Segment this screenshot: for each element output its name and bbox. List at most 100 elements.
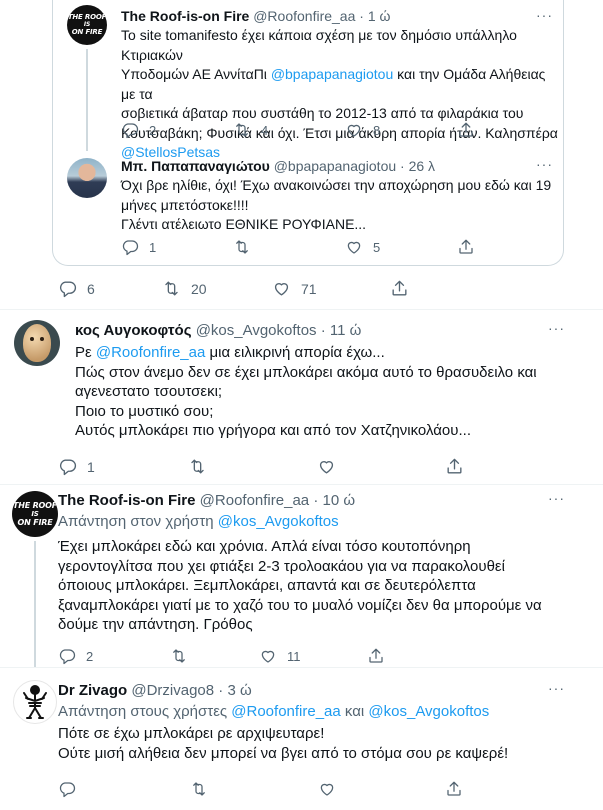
reply-context: Απάντηση στον χρήστη @kos_Avgokoftos <box>58 512 339 532</box>
mention-link[interactable]: @kos_Avgokoftos <box>368 703 489 720</box>
tweet-header: Μπ. Παπαπαναγιώτου @bpapapanagiotou · 26… <box>121 158 435 174</box>
avatar-text: ON FIRE <box>17 517 53 527</box>
roofonfire-avatar[interactable]: THE ROOF IS ON FIRE <box>12 491 58 537</box>
more-options-button[interactable]: ··· <box>548 490 565 506</box>
retweet-icon <box>190 780 208 798</box>
author-handle[interactable]: @bpapapanagiotou <box>274 158 396 174</box>
timestamp[interactable]: 11 ώ <box>330 322 361 339</box>
like-button[interactable] <box>318 780 346 798</box>
author-name[interactable]: Dr Zivago <box>58 682 127 699</box>
like-button[interactable] <box>317 457 346 476</box>
mention-link[interactable]: @bpapapanagiotou <box>271 66 393 82</box>
author-handle[interactable]: @Drzivago8 <box>131 682 214 699</box>
tweet-text: Όχι βρε ηλίθιε, όχι! Έχω ανακοινώσει την… <box>121 176 561 235</box>
dot-separator: · <box>320 322 326 339</box>
egg-eye <box>40 337 44 341</box>
tweet-actions: 1 <box>58 457 558 477</box>
author-handle[interactable]: @Roofonfire_aa <box>253 8 355 24</box>
retweet-count: 4 <box>261 122 269 138</box>
like-button[interactable]: 71 <box>272 279 317 298</box>
text-line: όποιους μπλοκάρει. Ξεμπλοκάρει, απαντά κ… <box>58 577 476 594</box>
reply-button[interactable]: 1 <box>58 457 95 476</box>
tweet-text: Έχει μπλοκάρει εδώ και χρόνια. Απλά είνα… <box>58 537 593 635</box>
bpapapanagiotou-avatar[interactable] <box>67 158 107 198</box>
more-options-button[interactable]: ··· <box>536 7 553 23</box>
reply-button[interactable]: 6 <box>58 279 95 298</box>
reply-button[interactable]: 2 <box>121 121 156 139</box>
like-button[interactable]: 8 <box>345 121 380 139</box>
tweet-header: The Roof-is-on Fire @Roofonfire_aa · 10 … <box>58 492 355 509</box>
more-options-button[interactable]: ··· <box>536 156 553 172</box>
retweet-button[interactable] <box>233 238 261 256</box>
more-options-button[interactable]: ··· <box>548 320 565 336</box>
share-button[interactable] <box>445 780 463 798</box>
reply-button[interactable] <box>58 780 86 798</box>
share-button[interactable] <box>457 238 475 256</box>
avatar-text: THE ROOF <box>67 13 107 21</box>
kos-avgokoftos-avatar[interactable] <box>14 320 60 366</box>
like-button[interactable]: 11 <box>259 647 301 665</box>
text-line: Πώς στον άνεμο δεν σε έχει μπλοκάρει ακό… <box>75 363 537 381</box>
author-name[interactable]: The Roof-is-on Fire <box>58 492 196 509</box>
timestamp[interactable]: 10 ώ <box>322 492 355 509</box>
retweet-icon <box>170 647 188 665</box>
tweet-actions <box>58 780 558 800</box>
drzivago-avatar[interactable] <box>13 680 57 724</box>
roofonfire-avatar[interactable]: THE ROOF IS ON FIRE <box>67 5 107 45</box>
timestamp[interactable]: 1 ώ <box>368 8 391 24</box>
text-line: αγενεστατο τσουτσεκι; <box>75 383 223 400</box>
mention-link[interactable]: @Roofonfire_aa <box>96 344 205 361</box>
like-count: 5 <box>373 239 381 255</box>
share-button[interactable] <box>367 647 385 665</box>
author-handle[interactable]: @Roofonfire_aa <box>200 492 309 509</box>
author-name[interactable]: κος Αυγοκοφτός <box>75 322 192 339</box>
thread-connector <box>86 49 88 151</box>
reply-icon <box>58 647 76 665</box>
avatar-text: ON FIRE <box>71 28 103 36</box>
tweet-text: Πότε σε έχω μπλοκάρει ρε αρχιψευταρε! Ού… <box>58 724 593 763</box>
text-line: Υποδομών ΑΕ ΑννίταΠι @bpapapanagiotou κα… <box>121 65 561 104</box>
reply-icon <box>58 780 76 798</box>
text-line: δούμε την απάντηση. Γρόθος <box>58 616 253 633</box>
mention-link[interactable]: @kos_Avgokoftos <box>218 513 339 530</box>
reply-context: Απάντηση στους χρήστες @Roofonfire_aa κα… <box>58 702 489 722</box>
retweet-button[interactable]: 4 <box>233 121 268 139</box>
share-icon <box>457 121 475 139</box>
author-handle[interactable]: @kos_Avgokoftos <box>196 322 317 339</box>
text-line: γεροντογλίτσα που χει φτιάξει 2-3 τρολοα… <box>58 557 505 575</box>
timestamp[interactable]: 3 ώ <box>227 682 251 699</box>
divider <box>0 309 603 310</box>
main-tweet-actions: 6 20 71 <box>58 279 558 299</box>
share-button[interactable] <box>390 279 409 298</box>
text-line: Το site tomanifesto έχει κάποια σχέση με… <box>121 27 517 63</box>
share-icon <box>457 238 475 256</box>
divider <box>0 484 603 485</box>
text-line: Έχει μπλοκάρει εδώ και χρόνια. Απλά είνα… <box>58 538 471 555</box>
share-button[interactable] <box>445 457 464 476</box>
like-button[interactable]: 5 <box>345 238 380 256</box>
heart-icon <box>318 780 336 798</box>
share-icon <box>390 279 409 298</box>
egg-face-image <box>23 324 51 362</box>
timestamp[interactable]: 26 λ <box>409 158 435 174</box>
text-line: Ρε @Roofonfire_aa μια ειλικρινή απορία έ… <box>75 343 585 363</box>
more-options-button[interactable]: ··· <box>548 680 565 696</box>
dot-separator: · <box>313 492 319 509</box>
retweet-button[interactable] <box>188 457 217 476</box>
retweet-button[interactable] <box>170 647 198 665</box>
text-line: ξαναμπλοκάρει γιατί με το χαζό του το μυ… <box>58 596 542 614</box>
reply-button[interactable]: 2 <box>58 647 93 665</box>
text-line: Πότε σε έχω μπλοκάρει ρε αρχιψευταρε! <box>58 725 325 742</box>
thread-connector <box>34 541 36 667</box>
tweet-header: The Roof-is-on Fire @Roofonfire_aa · 1 ώ <box>121 8 390 24</box>
retweet-button[interactable] <box>190 780 218 798</box>
tweet-actions: 2 4 8 <box>121 121 541 139</box>
author-name[interactable]: The Roof-is-on Fire <box>121 8 249 24</box>
reply-button[interactable]: 1 <box>121 238 156 256</box>
mention-link[interactable]: @Roofonfire_aa <box>231 703 340 720</box>
text-segment: μια ειλικρινή απορία έχω... <box>205 344 385 361</box>
share-button[interactable] <box>457 121 475 139</box>
author-name[interactable]: Μπ. Παπαπαναγιώτου <box>121 158 270 174</box>
retweet-button[interactable]: 20 <box>162 279 207 298</box>
reply-to-label: Απάντηση στους χρήστες <box>58 703 232 720</box>
